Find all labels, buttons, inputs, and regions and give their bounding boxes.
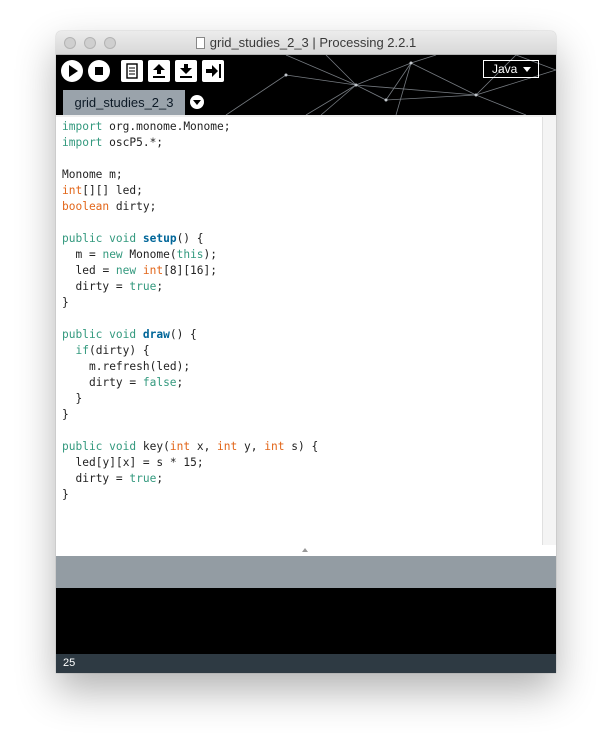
- code-line: if(dirty) {: [75, 344, 150, 357]
- code-line: led[y][x] = s * 15;: [75, 456, 204, 469]
- window-title-container: grid_studies_2_3 | Processing 2.2.1: [56, 35, 556, 50]
- play-icon: [69, 65, 78, 77]
- stop-button[interactable]: [88, 60, 110, 82]
- vertical-scrollbar[interactable]: [542, 117, 556, 545]
- message-area: [56, 556, 556, 588]
- open-button[interactable]: [148, 60, 170, 82]
- code-line: }: [62, 392, 83, 405]
- code-line: Monome m;: [62, 168, 123, 181]
- code-text: import org.monome.Monome; import oscP5.*;…: [62, 119, 318, 519]
- tab-label: grid_studies_2_3: [74, 95, 174, 110]
- title-bar: grid_studies_2_3 | Processing 2.2.1: [56, 31, 556, 55]
- code-line: m = new Monome(this);: [75, 248, 218, 261]
- stop-icon: [95, 67, 103, 75]
- code-line: ​: [62, 311, 318, 327]
- save-button[interactable]: [175, 60, 197, 82]
- tab-sketch[interactable]: grid_studies_2_3: [63, 90, 185, 115]
- line-status-bar: 25: [56, 654, 556, 673]
- code-line: ​: [62, 215, 318, 231]
- console-area: [56, 588, 556, 654]
- code-line: }: [62, 408, 69, 421]
- line-number: 25: [63, 657, 76, 669]
- new-button[interactable]: [121, 60, 143, 82]
- code-line: dirty = true;: [75, 280, 164, 293]
- export-arrow-right-icon: [206, 64, 221, 78]
- code-line: public void draw() {: [62, 328, 197, 341]
- tab-menu-button[interactable]: [190, 95, 204, 109]
- document-icon: [195, 37, 205, 49]
- mode-selector[interactable]: Java: [483, 60, 539, 78]
- resize-grip-icon: [302, 548, 308, 552]
- code-line: ​: [62, 423, 318, 439]
- code-line: int[][] led;: [62, 184, 143, 197]
- code-line: public void setup() {: [62, 232, 204, 245]
- code-editor[interactable]: import org.monome.Monome; import oscP5.*;…: [56, 117, 542, 631]
- chevron-down-icon: [193, 100, 201, 105]
- code-line: dirty = false;: [88, 376, 184, 389]
- code-line: ​: [62, 151, 318, 167]
- new-file-icon: [126, 63, 138, 79]
- window-title: grid_studies_2_3 | Processing 2.2.1: [209, 35, 417, 50]
- save-arrow-down-icon: [180, 64, 192, 78]
- code-line: dirty = true;: [75, 472, 164, 485]
- code-line: ​: [62, 503, 318, 519]
- code-line: public void key(int x, int y, int s) {: [62, 440, 319, 453]
- chevron-down-icon: [523, 67, 531, 72]
- open-arrow-up-icon: [153, 64, 165, 78]
- code-line: m.refresh(led);: [88, 360, 191, 373]
- code-line: import oscP5.*;: [62, 136, 164, 149]
- code-line: boolean dirty;: [62, 200, 157, 213]
- code-line: led = new int[8][16];: [75, 264, 217, 277]
- processing-window: grid_studies_2_3 | Processing 2.2.1 Java…: [56, 31, 556, 673]
- code-line: }: [62, 296, 69, 309]
- run-button[interactable]: [61, 60, 83, 82]
- code-line: import org.monome.Monome;: [62, 120, 231, 133]
- code-line: }: [62, 488, 69, 501]
- mode-label: Java: [492, 62, 518, 76]
- export-button[interactable]: [202, 60, 224, 82]
